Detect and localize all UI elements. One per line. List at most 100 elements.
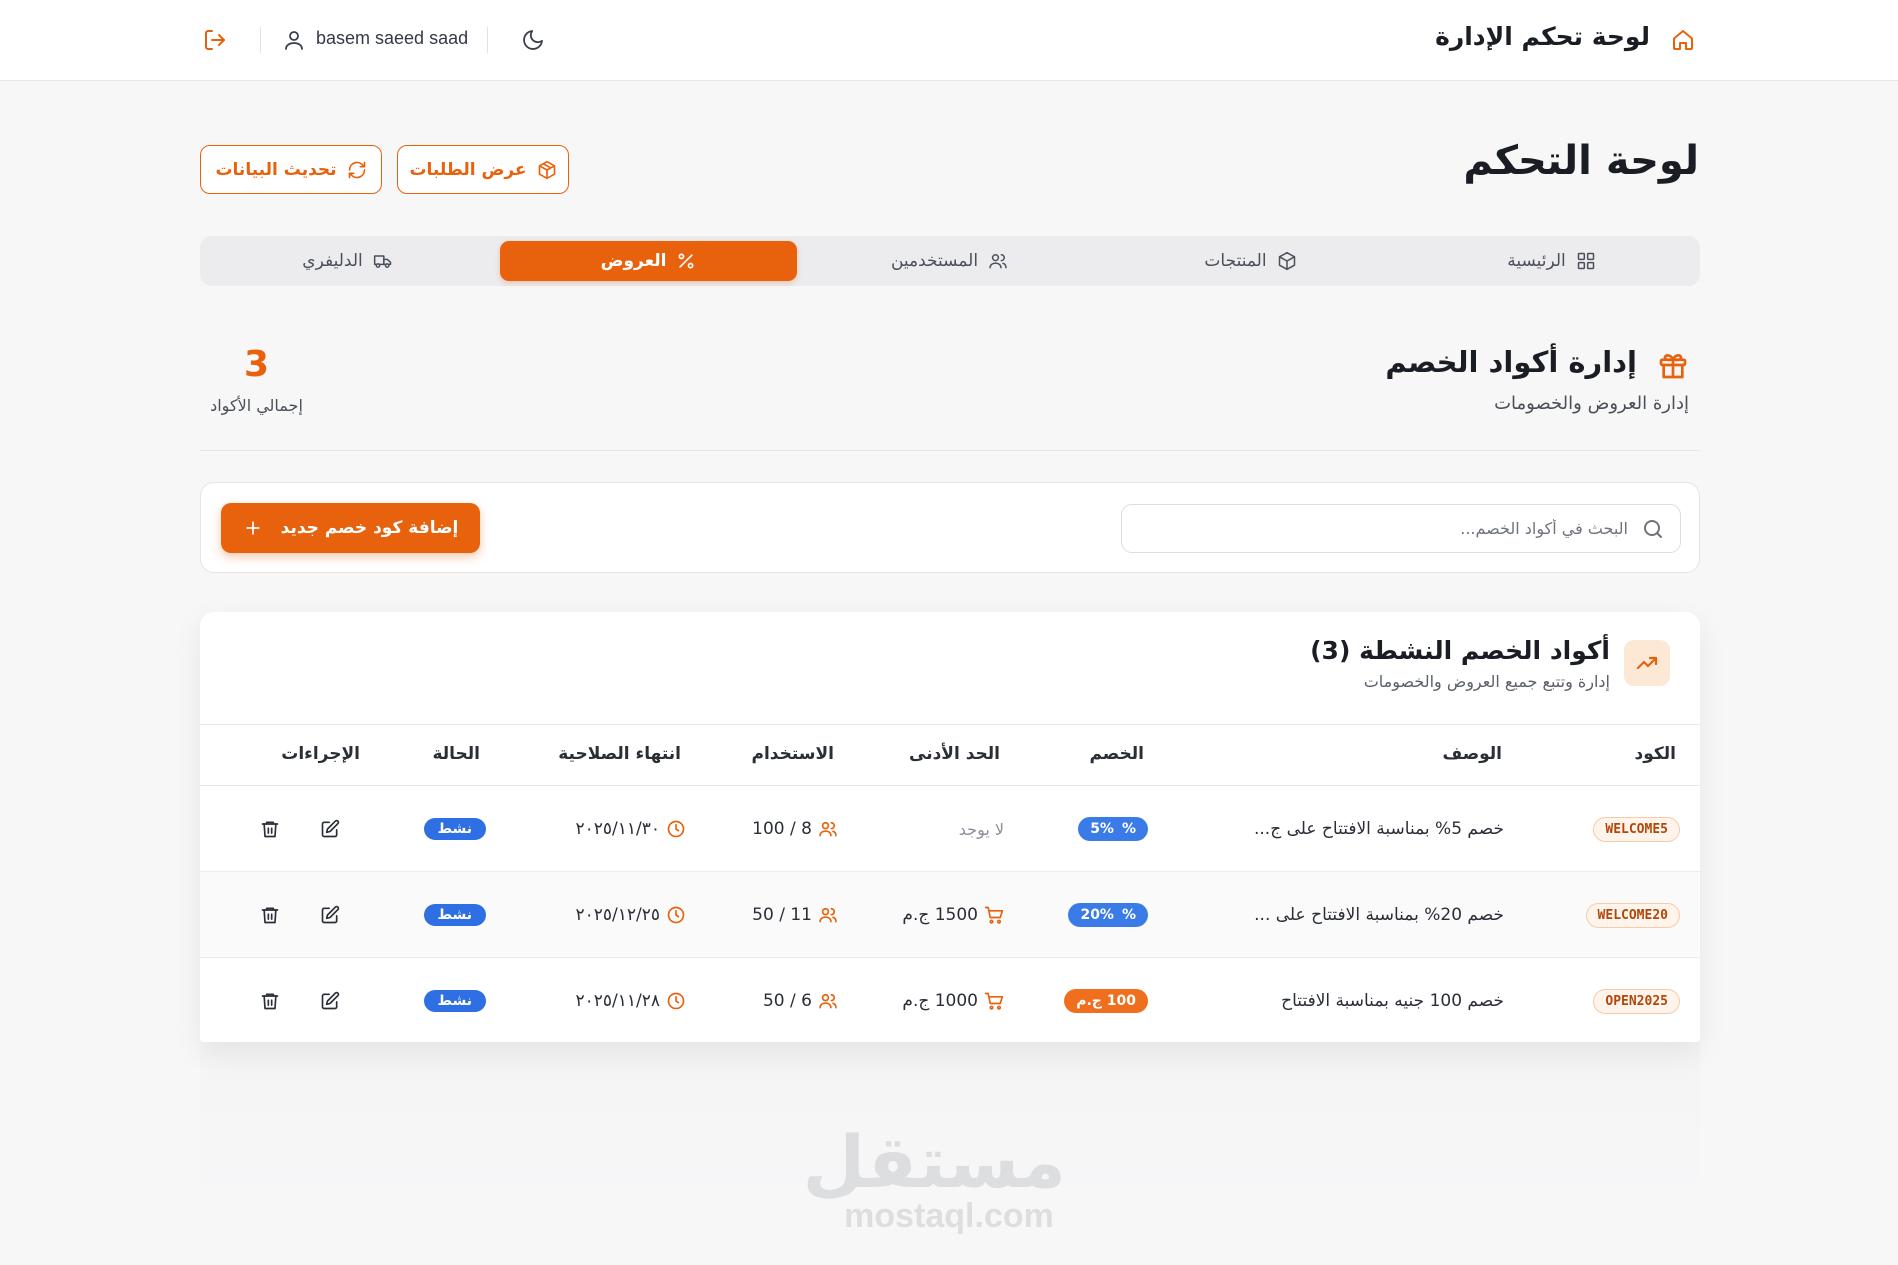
code-badge: WELCOME20	[1585, 902, 1680, 928]
code-badge: WELCOME5	[1593, 816, 1680, 842]
code-badge: OPEN2025	[1593, 988, 1680, 1014]
table-row: WELCOME20 خصم 20% بمناسبة الافتتاح على .…	[200, 872, 1700, 958]
edit-icon[interactable]	[320, 819, 340, 839]
logout-icon[interactable]	[203, 28, 227, 52]
tab-label: العروض	[600, 251, 667, 271]
card-subtitle: إدارة وتتبع جميع العروض والخصومات	[1363, 672, 1610, 691]
view-orders-label: عرض الطلبات	[409, 159, 527, 180]
total-codes-count: 3	[243, 344, 270, 385]
user-icon	[282, 28, 306, 52]
edit-icon[interactable]	[320, 905, 340, 925]
table-row: WELCOME5 خصم 5% بمناسبة الافتتاح على ج..…	[200, 786, 1700, 872]
min-order: 1500 ج.م	[902, 905, 978, 925]
clock-icon	[667, 820, 685, 838]
tab-bar: الرئيسية المنتجات المستخدمين العروض الدل…	[200, 236, 1700, 286]
grid-icon	[1577, 252, 1595, 270]
trash-icon[interactable]	[260, 991, 280, 1011]
tab-label: المستخدمين	[890, 251, 979, 271]
users-icon	[989, 254, 1007, 269]
usage: 6 / 50	[762, 991, 812, 1011]
cart-icon	[984, 992, 1004, 1010]
refresh-label: تحديث البيانات	[215, 159, 337, 180]
expiry-date: ٢٠٢٥/١٢/٢٥	[575, 905, 660, 925]
add-button-label: إضافة كود خصم جديد	[280, 518, 459, 538]
status-badge: نشط	[423, 990, 486, 1012]
app-title: لوحة تحكم الإدارة	[1435, 22, 1650, 51]
refresh-icon	[348, 161, 365, 178]
percent-icon: %	[1121, 907, 1136, 923]
edit-icon[interactable]	[320, 991, 340, 1011]
discount-value: 100 ج.م	[1076, 993, 1136, 1009]
discount-value: 20%	[1080, 907, 1114, 923]
description: خصم 5% بمناسبة الافتتاح على ج...	[1253, 819, 1504, 839]
clock-icon	[667, 906, 685, 924]
usage: 8 / 100	[752, 819, 812, 839]
col-header-min: الحد الأدنى	[909, 744, 1000, 764]
col-header-description: الوصف	[1442, 744, 1502, 764]
discount-badge: 100 ج.م	[1064, 989, 1148, 1013]
min-order: 1000 ج.م	[902, 991, 978, 1011]
watermark-url: mostaql.com	[844, 1197, 1054, 1235]
user-name[interactable]: basem saeed saad	[316, 28, 468, 49]
expiry-date: ٢٠٢٥/١١/٣٠	[575, 819, 660, 839]
search-input[interactable]	[1148, 505, 1628, 551]
tab-users[interactable]: المستخدمين	[801, 241, 1098, 281]
col-header-actions: الإجراءات	[281, 744, 360, 764]
cart-icon	[984, 906, 1004, 924]
view-orders-button[interactable]: عرض الطلبات	[397, 145, 569, 194]
discount-codes-card: أكواد الخصم النشطة (3) إدارة وتتبع جميع …	[200, 612, 1700, 1042]
add-discount-code-button[interactable]: إضافة كود خصم جديد	[221, 503, 480, 553]
col-header-usage: الاستخدام	[751, 744, 834, 764]
card-title: أكواد الخصم النشطة (3)	[1310, 636, 1610, 665]
page-title: لوحة التحكم	[1463, 138, 1699, 184]
trash-icon[interactable]	[260, 819, 280, 839]
plus-icon	[245, 521, 260, 535]
tab-offers[interactable]: العروض	[500, 241, 797, 281]
table-header: الكود الوصف الخصم الحد الأدنى الاستخدام …	[200, 724, 1700, 786]
percent-icon: %	[1121, 821, 1136, 837]
col-header-status: الحالة	[432, 744, 480, 764]
box-icon	[1278, 251, 1295, 271]
tab-label: الرئيسية	[1507, 251, 1566, 271]
truck-icon	[373, 255, 391, 268]
home-icon[interactable]	[1671, 28, 1695, 52]
col-header-discount: الخصم	[1089, 744, 1144, 764]
discount-badge: 5%%	[1078, 817, 1148, 841]
users-icon	[819, 993, 837, 1009]
users-icon	[819, 907, 837, 923]
description: خصم 20% بمناسبة الافتتاح على ...	[1254, 905, 1504, 925]
tab-label: المنتجات	[1204, 251, 1267, 271]
search-field[interactable]	[1121, 504, 1681, 553]
col-header-code: الكود	[1634, 744, 1676, 764]
clock-icon	[667, 992, 685, 1010]
min-order: لا يوجد	[958, 819, 1004, 839]
percent-icon	[678, 253, 694, 269]
refresh-button[interactable]: تحديث البيانات	[200, 145, 382, 194]
usage: 11 / 50	[752, 905, 812, 925]
divider	[487, 27, 488, 53]
status-badge: نشط	[423, 904, 486, 926]
top-bar: لوحة تحكم الإدارة basem saeed saad	[0, 0, 1898, 81]
col-header-expiry: انتهاء الصلاحية	[558, 744, 681, 764]
description: خصم 100 جنيه بمناسبة الافتتاح	[1281, 991, 1504, 1011]
discount-value: 5%	[1090, 821, 1114, 837]
tab-delivery[interactable]: الدليفري	[199, 241, 496, 281]
moon-icon[interactable]	[521, 28, 545, 52]
search-icon	[1641, 517, 1665, 541]
divider	[260, 27, 261, 53]
expiry-date: ٢٠٢٥/١١/٢٨	[575, 991, 660, 1011]
search-panel: إضافة كود خصم جديد	[200, 482, 1700, 573]
trash-icon[interactable]	[260, 905, 280, 925]
box-icon	[538, 160, 555, 179]
tab-products[interactable]: المنتجات	[1102, 241, 1399, 281]
table-row: OPEN2025 خصم 100 جنيه بمناسبة الافتتاح 1…	[200, 958, 1700, 1042]
discount-badge: 20%%	[1068, 903, 1148, 927]
section-subtitle: إدارة العروض والخصومات	[1494, 393, 1689, 414]
users-icon	[819, 821, 837, 837]
total-codes-label: إجمالي الأكواد	[210, 396, 303, 415]
watermark-logo: مستقل	[802, 1120, 1066, 1204]
divider	[200, 450, 1700, 451]
tab-home[interactable]: الرئيسية	[1403, 241, 1700, 281]
section-title: إدارة أكواد الخصم	[1385, 345, 1637, 379]
status-badge: نشط	[423, 818, 486, 840]
